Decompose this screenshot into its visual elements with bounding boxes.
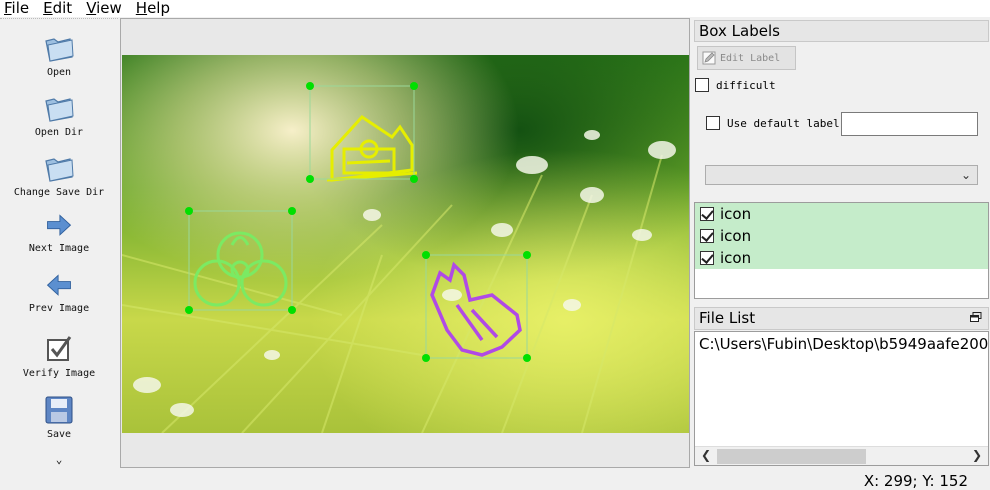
scrollbar-thumb[interactable]	[717, 449, 866, 464]
more-tools-button[interactable]: ⌄	[0, 453, 118, 466]
prev-image-button[interactable]: Prev Image	[0, 271, 118, 314]
label-item-text: icon	[720, 227, 752, 245]
open-dir-label: Open Dir	[34, 127, 84, 138]
next-image-label: Next Image	[28, 243, 90, 254]
label-combo-box[interactable]: ⌄	[705, 165, 978, 185]
photo-image	[122, 55, 689, 433]
verify-image-button[interactable]: Verify Image	[0, 332, 118, 379]
menu-file[interactable]: File	[0, 0, 36, 17]
change-save-dir-button[interactable]: Change Save Dir	[0, 151, 118, 198]
label-list-item[interactable]: icon	[695, 203, 988, 225]
arrow-left-icon	[46, 274, 71, 296]
use-default-label-checkbox[interactable]	[706, 116, 720, 130]
menu-view[interactable]: View	[79, 0, 129, 17]
save-label: Save	[46, 429, 72, 440]
label-item-text: icon	[720, 249, 752, 267]
horizontal-scrollbar[interactable]: ❮ ❯	[695, 446, 988, 465]
default-label-input[interactable]	[841, 112, 978, 136]
prev-image-label: Prev Image	[28, 303, 90, 314]
scroll-left-icon[interactable]: ❮	[701, 448, 711, 462]
open-button[interactable]: Open	[0, 31, 118, 78]
chevron-down-icon: ⌄	[960, 168, 971, 182]
label-list-item[interactable]: icon	[695, 247, 988, 269]
folder-icon	[45, 158, 74, 182]
change-save-dir-label: Change Save Dir	[13, 187, 105, 198]
checkbox-icon	[47, 336, 72, 361]
label-visible-checkbox[interactable]	[700, 229, 714, 243]
next-image-button[interactable]: Next Image	[0, 211, 118, 254]
save-button[interactable]: Save	[0, 393, 118, 440]
cursor-coordinates: X: 299; Y: 152	[863, 472, 968, 490]
menu-help[interactable]: Help	[129, 0, 177, 17]
label-list[interactable]: icon icon icon	[694, 202, 989, 299]
difficult-row: difficult	[695, 78, 776, 92]
status-bar: X: 299; Y: 152	[0, 471, 990, 490]
tool-bar: Open Open Dir Change Save Dir Next Image…	[0, 18, 118, 470]
file-list[interactable]: C:\Users\Fubin\Desktop\b5949aafe2008 ❮ ❯	[694, 331, 989, 466]
edit-label-button[interactable]: Edit Label	[697, 46, 796, 70]
menu-bar: File Edit View Help	[0, 0, 990, 17]
arrow-right-icon	[47, 214, 72, 236]
verify-image-label: Verify Image	[22, 368, 96, 379]
label-visible-checkbox[interactable]	[700, 207, 714, 221]
label-visible-checkbox[interactable]	[700, 251, 714, 265]
label-list-item[interactable]: icon	[695, 225, 988, 247]
file-list-item[interactable]: C:\Users\Fubin\Desktop\b5949aafe2008	[695, 332, 988, 353]
menu-edit[interactable]: Edit	[36, 0, 79, 17]
label-item-text: icon	[720, 205, 752, 223]
folder-icon	[45, 98, 74, 122]
image-canvas[interactable]	[120, 18, 690, 468]
box-labels-dock: Box Labels	[694, 20, 989, 42]
file-list-title: File List	[694, 307, 989, 330]
pencil-icon	[702, 51, 716, 65]
image-viewport[interactable]	[122, 55, 689, 433]
open-dir-button[interactable]: Open Dir	[0, 91, 118, 138]
use-default-label-row: Use default label	[706, 116, 840, 130]
floppy-icon	[45, 396, 73, 424]
box-labels-title-text: Box Labels	[699, 22, 780, 40]
box-labels-title: Box Labels	[694, 20, 989, 42]
float-dock-icon[interactable]	[970, 312, 982, 323]
scroll-right-icon[interactable]: ❯	[972, 448, 982, 462]
file-list-title-text: File List	[699, 309, 756, 327]
folder-icon	[45, 38, 74, 62]
more-chevron-icon: ⌄	[55, 453, 63, 466]
edit-label-text: Edit Label	[720, 52, 781, 64]
difficult-label: difficult	[716, 78, 776, 92]
difficult-checkbox[interactable]	[695, 78, 709, 92]
use-default-label-label: Use default label	[727, 116, 840, 130]
open-label: Open	[46, 67, 72, 78]
